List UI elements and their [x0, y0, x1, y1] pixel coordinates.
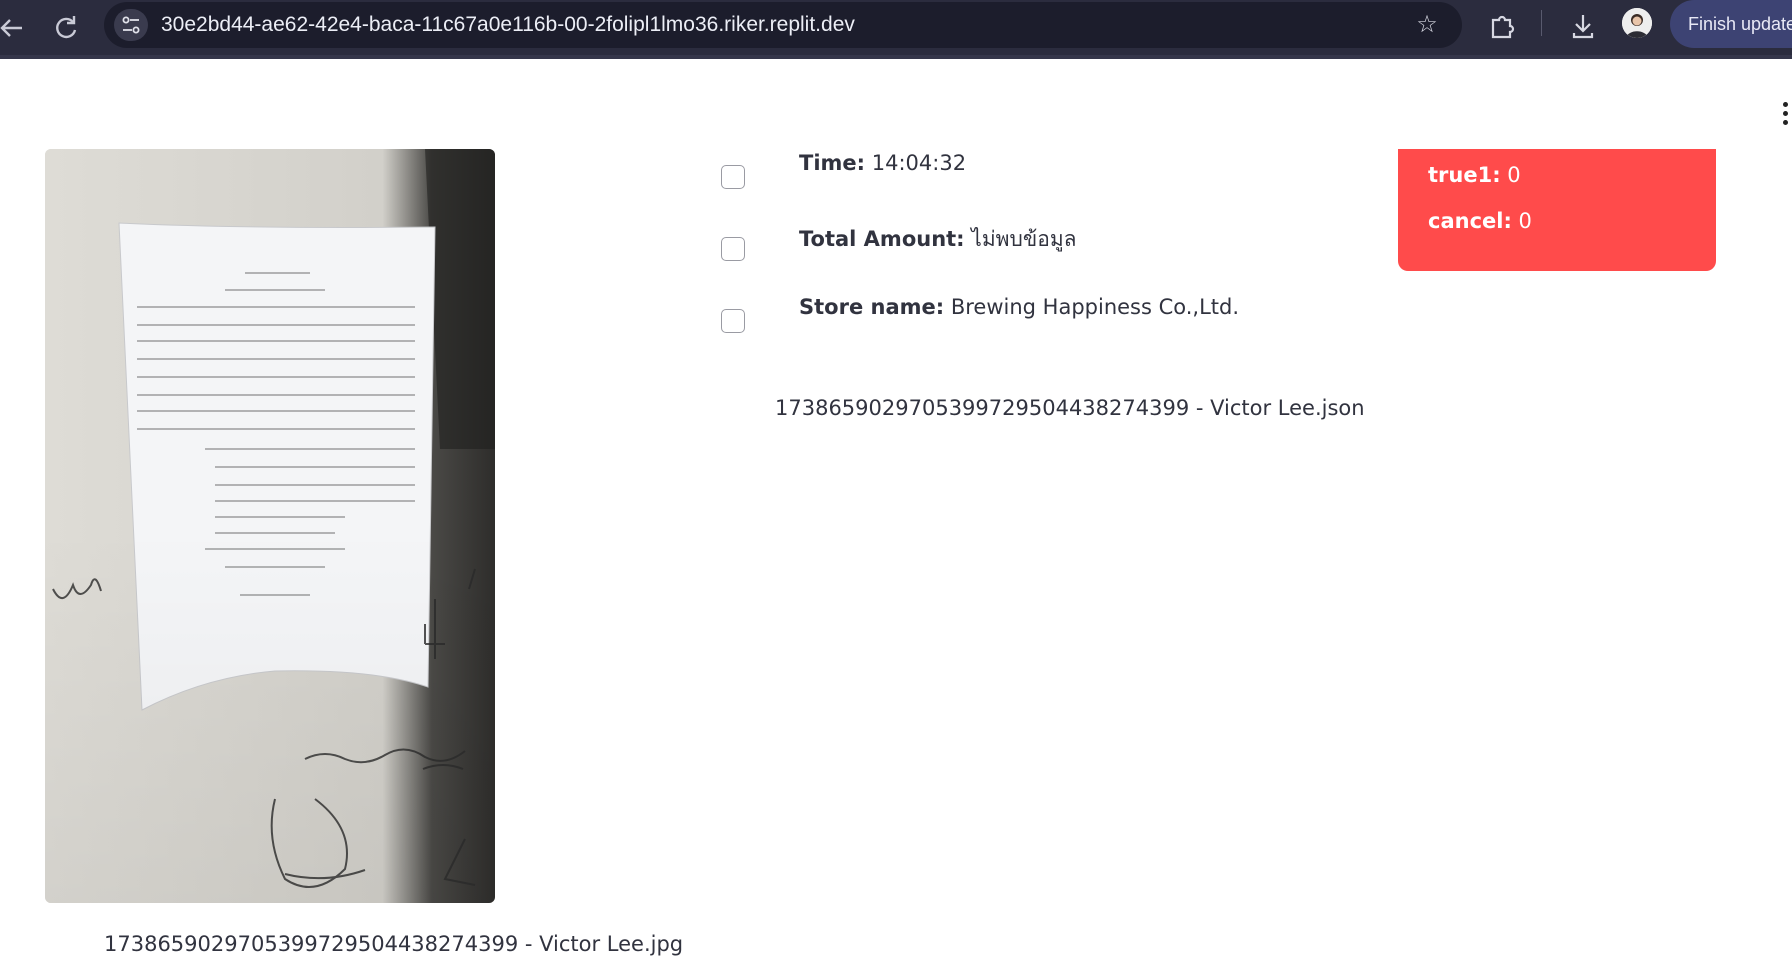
url-text[interactable]: 30e2bd44-ae62-42e4-baca-11c67a0e116b-00-… [161, 2, 855, 48]
back-arrow-icon[interactable] [0, 10, 30, 46]
time-field: Time: 14:04:32 [799, 151, 966, 175]
stats-box: true1: 0 cancel: 0 [1398, 149, 1716, 271]
address-bar[interactable]: 30e2bd44-ae62-42e4-baca-11c67a0e116b-00-… [104, 2, 1462, 48]
finish-update-button[interactable]: Finish update [1670, 0, 1792, 48]
receipt-photo [45, 149, 495, 903]
cancel-value: 0 [1518, 209, 1532, 233]
star-icon[interactable]: ☆ [1410, 9, 1444, 41]
cancel-stat: cancel: 0 [1428, 209, 1532, 233]
true1-stat: true1: 0 [1428, 163, 1521, 187]
browser-toolbar: 30e2bd44-ae62-42e4-baca-11c67a0e116b-00-… [0, 0, 1792, 55]
store-name-label: Store name: [799, 295, 945, 319]
store-name-checkbox[interactable] [721, 309, 745, 333]
total-amount-value: ไม่พบข้อมูล [971, 227, 1077, 251]
download-icon[interactable] [1563, 6, 1603, 46]
total-amount-field: Total Amount: ไม่พบข้อมูล [799, 223, 1077, 256]
toolbar-separator [1541, 10, 1542, 36]
kebab-menu-icon[interactable] [1782, 102, 1790, 128]
reload-icon[interactable] [48, 10, 84, 46]
store-name-value: Brewing Happiness Co.,Ltd. [950, 295, 1240, 319]
time-checkbox[interactable] [721, 165, 745, 189]
time-label: Time: [799, 151, 866, 175]
json-filename: 1738659029705399729504438274399 - Victor… [775, 396, 1365, 420]
receipt-image-caption: 1738659029705399729504438274399 - Victor… [104, 932, 684, 956]
time-value: 14:04:32 [871, 151, 967, 175]
true1-value: 0 [1507, 163, 1521, 187]
true1-label: true1: [1428, 163, 1501, 187]
total-amount-label: Total Amount: [799, 227, 965, 251]
total-amount-checkbox[interactable] [721, 237, 745, 261]
extensions-icon[interactable] [1482, 6, 1522, 46]
profile-avatar[interactable] [1622, 8, 1652, 38]
cancel-label: cancel: [1428, 209, 1512, 233]
page-load-bar [0, 55, 1792, 59]
store-name-field: Store name: Brewing Happiness Co.,Ltd. [799, 295, 1239, 319]
site-info-icon[interactable] [114, 9, 148, 41]
